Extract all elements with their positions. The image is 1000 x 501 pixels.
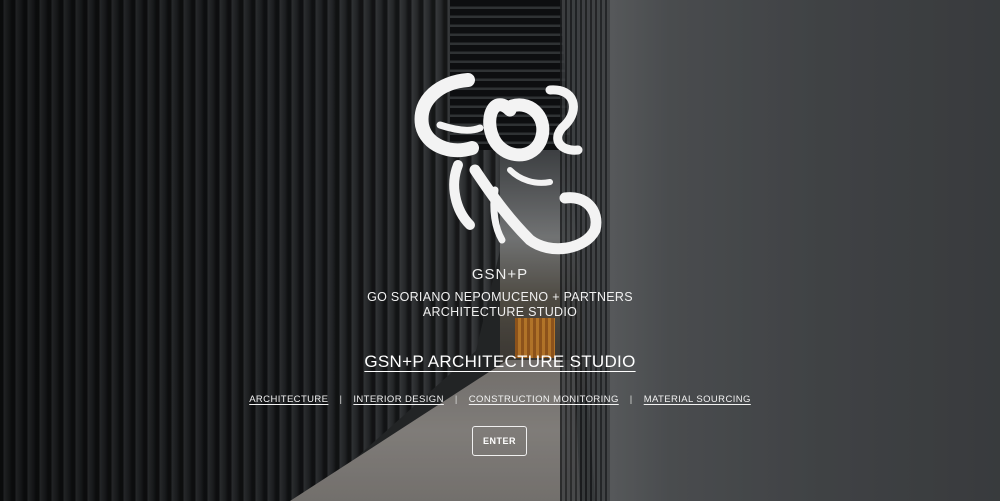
brand-logo	[400, 70, 610, 260]
service-link-interior-design[interactable]: INTERIOR DESIGN	[353, 394, 443, 405]
service-link-construction-monitoring[interactable]: CONSTRUCTION MONITORING	[469, 394, 619, 405]
enter-button[interactable]: ENTER	[472, 426, 527, 456]
brand-full-name: GO SORIANO NEPOMUCENO + PARTNERS	[367, 290, 633, 304]
brand-studio-label: ARCHITECTURE STUDIO	[422, 305, 578, 319]
separator: |	[454, 394, 458, 405]
services-nav: ARCHITECTURE | INTERIOR DESIGN | CONSTRU…	[0, 394, 1000, 405]
service-link-architecture[interactable]: ARCHITECTURE	[249, 394, 328, 405]
calligraphy-logo-icon	[414, 73, 602, 255]
separator: |	[339, 394, 343, 405]
service-link-material-sourcing[interactable]: MATERIAL SOURCING	[644, 394, 751, 405]
separator: |	[629, 394, 633, 405]
headline: GSN+P ARCHITECTURE STUDIO	[0, 352, 1000, 372]
headline-link[interactable]: GSN+P ARCHITECTURE STUDIO	[364, 352, 635, 371]
brand-short-name: GSN+P	[471, 266, 529, 283]
